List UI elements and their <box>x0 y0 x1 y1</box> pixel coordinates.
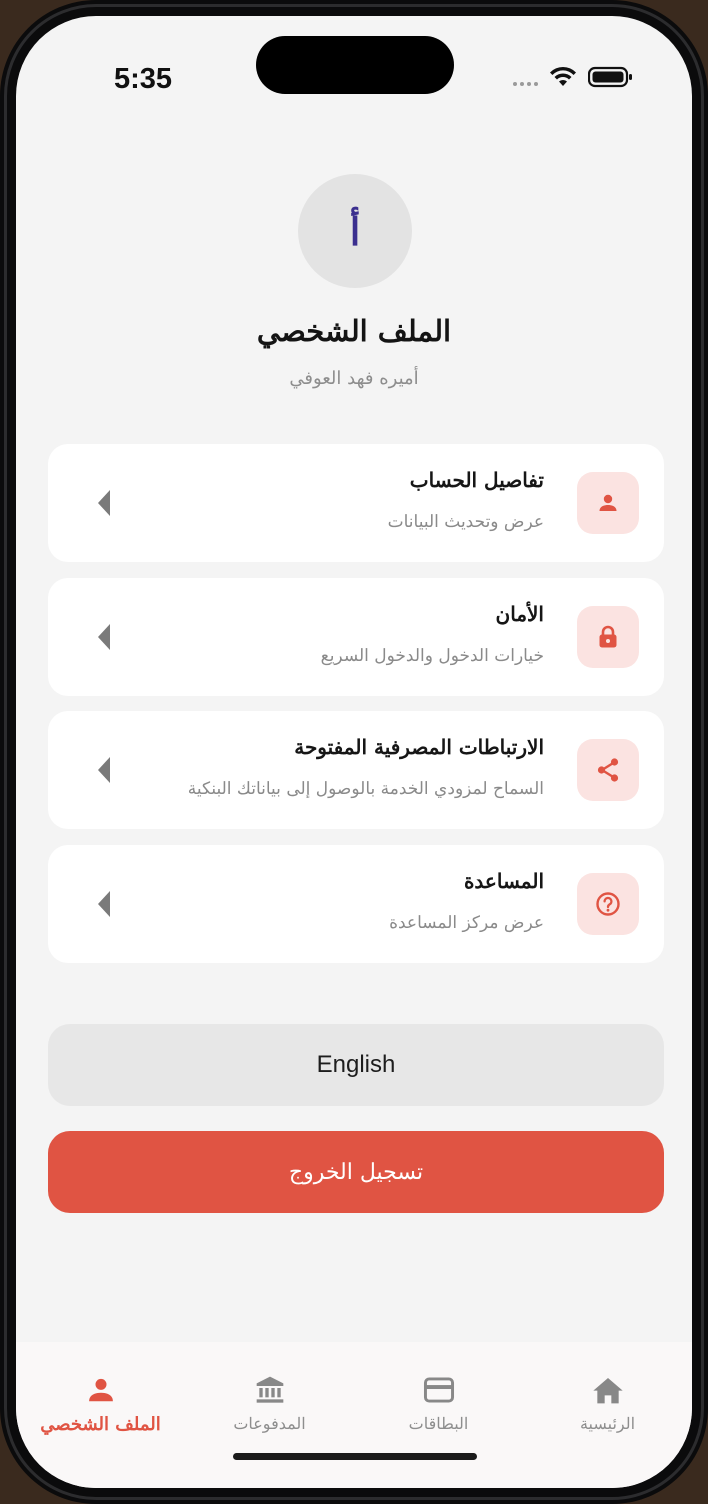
chevron-left-icon <box>98 624 110 650</box>
menu-item-subtitle: عرض مركز المساعدة <box>389 913 544 933</box>
chevron-left-icon <box>98 891 110 917</box>
chevron-left-icon <box>98 490 110 516</box>
menu-item-title: الأمان <box>495 602 544 626</box>
menu-item-security[interactable]: الأمان خيارات الدخول والدخول السريع <box>48 578 664 696</box>
home-indicator <box>233 1453 477 1460</box>
tab-label: الملف الشخصي <box>40 1414 161 1435</box>
help-icon <box>596 892 620 916</box>
battery-icon <box>588 66 632 88</box>
menu-item-title: المساعدة <box>463 869 544 893</box>
tab-cards[interactable]: البطاقات <box>354 1342 523 1442</box>
tab-payments[interactable]: المدفوعات <box>185 1342 354 1442</box>
chevron-left-icon <box>98 757 110 783</box>
security-icon-box <box>577 606 639 668</box>
menu-item-open-banking[interactable]: الارتباطات المصرفية المفتوحة السماح لمزو… <box>48 711 664 829</box>
menu-item-subtitle: خيارات الدخول والدخول السريع <box>320 646 544 666</box>
lock-icon <box>599 625 617 648</box>
person-icon <box>599 494 617 511</box>
user-name: أميره فهد العوفي <box>289 368 419 389</box>
menu-item-help[interactable]: المساعدة عرض مركز المساعدة <box>48 845 664 963</box>
share-icon <box>597 758 619 782</box>
person-icon <box>88 1378 113 1402</box>
page-title: الملف الشخصي <box>256 314 452 348</box>
tab-label: المدفوعات <box>233 1414 306 1433</box>
menu-item-subtitle: السماح لمزودي الخدمة بالوصول إلى بياناتك… <box>187 779 544 799</box>
screen: 5:35 أ الملف الشخصي أميره فهد العوفي تفا… <box>16 16 692 1488</box>
language-toggle-button[interactable]: English <box>48 1024 664 1106</box>
tab-label: الرئيسية <box>579 1414 636 1433</box>
tab-profile[interactable]: الملف الشخصي <box>16 1342 185 1442</box>
signal-icon <box>513 68 538 86</box>
logout-button[interactable]: تسجيل الخروج <box>48 1131 664 1213</box>
avatar[interactable]: أ <box>298 174 412 288</box>
dynamic-island <box>256 36 454 94</box>
status-time: 5:35 <box>114 63 173 95</box>
menu-item-account-details[interactable]: تفاصيل الحساب عرض وتحديث البيانات <box>48 444 664 562</box>
account-icon-box <box>577 472 639 534</box>
home-icon <box>592 1378 623 1404</box>
open-banking-icon-box <box>577 739 639 801</box>
status-indicators <box>513 66 634 88</box>
help-icon-box <box>577 873 639 935</box>
menu-item-subtitle: عرض وتحديث البيانات <box>387 512 544 532</box>
bottom-tab-bar: الملف الشخصي المدفوعات البطاقات الرئيسية <box>16 1342 692 1488</box>
tab-home[interactable]: الرئيسية <box>523 1342 692 1442</box>
menu-item-title: تفاصيل الحساب <box>409 468 544 492</box>
bank-icon <box>256 1376 283 1403</box>
menu-item-title: الارتباطات المصرفية المفتوحة <box>294 735 544 759</box>
tab-label: البطاقات <box>408 1414 469 1433</box>
card-icon <box>423 1377 454 1403</box>
wifi-icon <box>550 66 576 86</box>
